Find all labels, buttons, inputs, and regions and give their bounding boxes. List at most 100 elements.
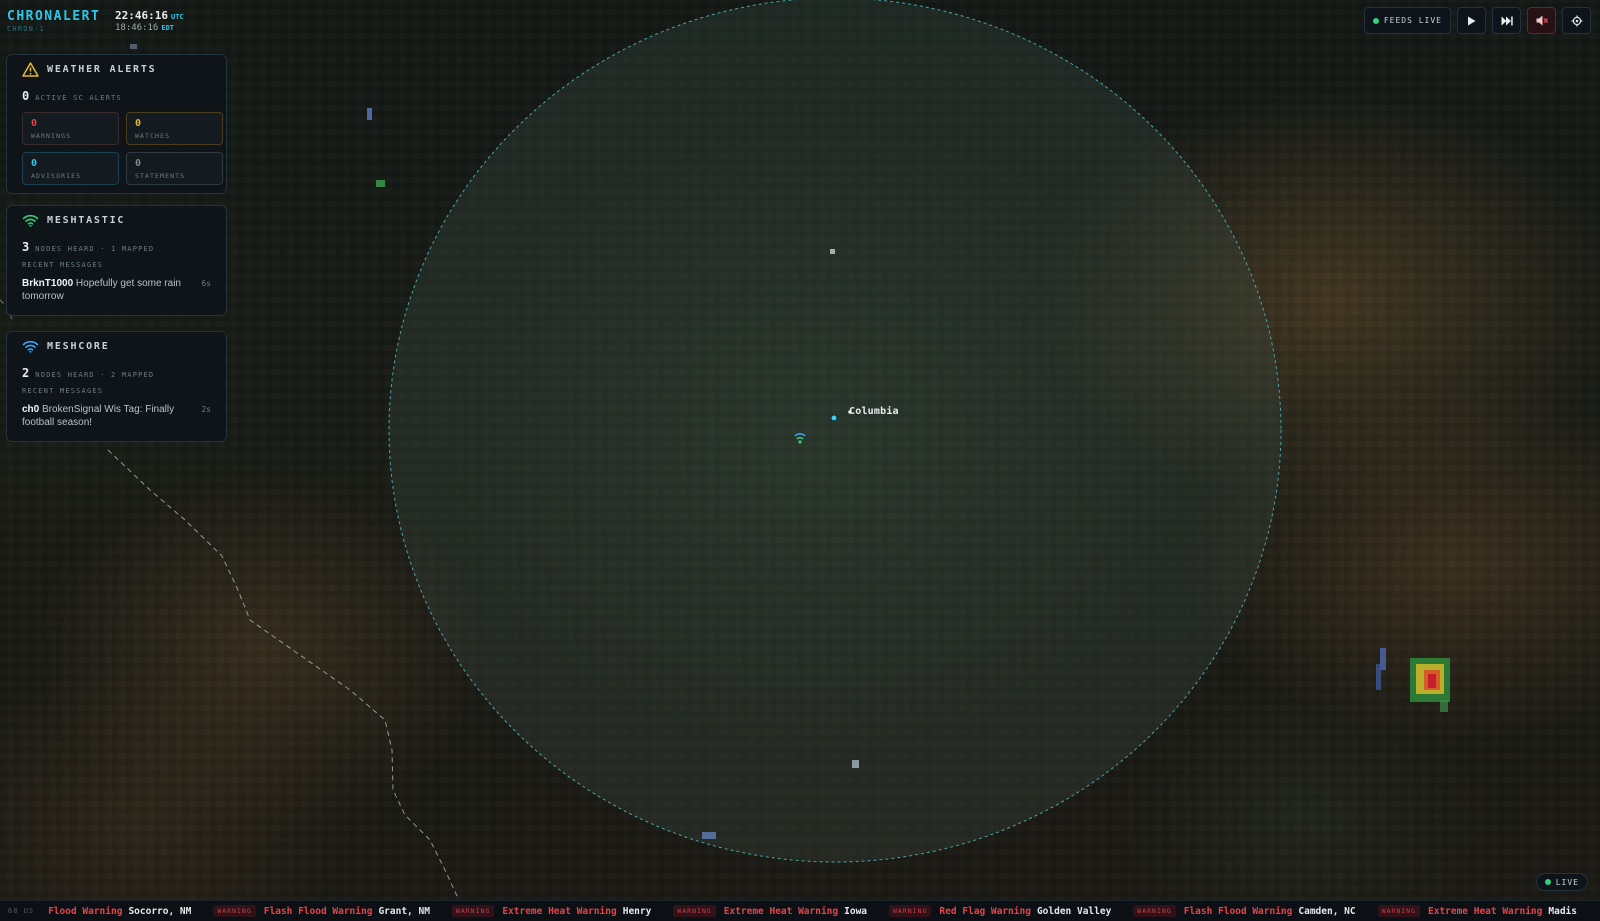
clock-utc-tz: UTC (170, 13, 184, 21)
ticker-badge: WARNING (889, 905, 932, 917)
ticker-place: Henry (622, 905, 652, 917)
ticker-item[interactable]: WARNING Extreme Heat Warning Iowa (673, 905, 867, 917)
message-age: 2s (201, 405, 211, 414)
coverage-radius-circle (388, 0, 1282, 863)
watches-count: 0 (135, 118, 142, 129)
alert-ticker[interactable]: 68 US Flood Warning Socorro, NM WARNING … (0, 900, 1600, 921)
skip-forward-button[interactable] (1492, 7, 1521, 34)
meshtastic-panel: MESHTASTIC 3 NODES HEARD · 1 MAPPED RECE… (6, 205, 227, 316)
radar-echo-small (367, 108, 372, 120)
watches-label: WATCHES (135, 132, 171, 140)
ticker-event: Extreme Heat Warning (723, 905, 839, 917)
ticker-item[interactable]: WARNING Extreme Heat Warning Henry (451, 905, 652, 917)
ticker-badge: WARNING (213, 905, 256, 917)
message-body: ch0 BrokenSignal Wis Tag: Finally footba… (22, 403, 200, 429)
radar-echo-small (376, 180, 385, 187)
ticker-item[interactable]: WARNING Flash Flood Warning Camden, NC (1133, 905, 1356, 917)
message-text: BrokenSignal Wis Tag: Finally football s… (22, 404, 175, 428)
city-label: Columbia (849, 406, 899, 417)
radar-echo-small (702, 832, 716, 839)
watches-stat[interactable]: 0 WATCHES (126, 112, 223, 145)
ticker-place: Golden Valley (1036, 905, 1112, 917)
ticker-item[interactable]: WARNING Extreme Heat Warning Madis (1377, 905, 1577, 917)
message-sender: ch0 (22, 404, 40, 415)
active-alerts-label: ACTIVE SC ALERTS (35, 94, 122, 102)
mute-button[interactable] (1527, 7, 1556, 34)
radar-echo-east (1376, 648, 1450, 712)
radar-echo-small (852, 760, 859, 768)
active-alerts-count: 0 (22, 89, 30, 103)
alert-stats-grid: 0 WARNINGS 0 WATCHES 0 ADVISORIES 0 STAT… (22, 112, 223, 193)
gear-icon (1571, 15, 1582, 26)
ticker-place: Socorro, NM (128, 905, 192, 917)
meshtastic-header[interactable]: MESHTASTIC (22, 206, 211, 234)
meshcore-nodes-count: 2 (22, 366, 30, 380)
meshcore-panel: MESHCORE 2 NODES HEARD · 2 MAPPED RECENT… (6, 331, 227, 442)
meshcore-recent-label: RECENT MESSAGES (22, 387, 104, 395)
clock-utc-row: 22:46:16 UTC (115, 10, 184, 23)
brand: CHRONALERT CHRON-1 (7, 9, 100, 33)
active-alerts-count-row: 0 ACTIVE SC ALERTS (22, 89, 211, 103)
statements-count: 0 (135, 158, 142, 169)
clock-local-row: 18:46:16 EDT (115, 23, 184, 34)
meshcore-header[interactable]: MESHCORE (22, 332, 211, 360)
warning-triangle-icon (22, 61, 39, 77)
meshtastic-recent-label: RECENT MESSAGES (22, 261, 104, 269)
ticker-item[interactable]: Flood Warning Socorro, NM (48, 906, 191, 917)
message-sender: BrknT1000 (22, 278, 74, 289)
meshtastic-nodes-label: NODES HEARD · 1 MAPPED (35, 245, 155, 253)
ticker-item[interactable]: WARNING Red Flag Warning Golden Valley (889, 905, 1111, 917)
ticker-event: Flash Flood Warning (1183, 905, 1293, 917)
play-icon (1468, 16, 1476, 25)
clock-local-time: 18:46:16 (115, 23, 159, 33)
ticker-event: Extreme Heat Warning (502, 905, 617, 917)
statements-stat[interactable]: 0 STATEMENTS (126, 152, 223, 185)
meshcore-node-marker[interactable] (830, 414, 838, 422)
wifi-icon (22, 340, 39, 353)
play-button[interactable] (1457, 7, 1486, 34)
live-label: LIVE (1555, 877, 1579, 887)
ticker-lead: 68 US (8, 907, 35, 915)
meshcore-title: MESHCORE (47, 340, 110, 352)
app-subtitle: CHRON-1 (7, 25, 45, 33)
settings-button[interactable] (1562, 7, 1591, 34)
top-controls: FEEDS LIVE (1363, 7, 1591, 34)
weather-alerts-panel: WEATHER ALERTS 0 ACTIVE SC ALERTS 0 WARN… (6, 54, 227, 194)
message-body: BrknT1000 Hopefully get some rain tomorr… (22, 277, 200, 303)
warnings-stat[interactable]: 0 WARNINGS (22, 112, 119, 145)
live-badge[interactable]: LIVE (1535, 873, 1588, 891)
clock-local-tz: EDT (161, 24, 175, 32)
skip-forward-icon (1501, 16, 1513, 25)
weather-alerts-title: WEATHER ALERTS (47, 63, 157, 75)
meshtastic-nodes-row: 3 NODES HEARD · 1 MAPPED (22, 240, 211, 254)
message-age: 6s (201, 279, 211, 288)
message-item[interactable]: BrknT1000 Hopefully get some rain tomorr… (22, 277, 211, 315)
clock-utc-time: 22:46:16 (115, 9, 168, 22)
speaker-muted-icon (1536, 15, 1548, 26)
meshtastic-nodes-count: 3 (22, 240, 30, 254)
weather-alerts-header[interactable]: WEATHER ALERTS (22, 55, 211, 83)
meshcore-nodes-row: 2 NODES HEARD · 2 MAPPED (22, 366, 211, 380)
warnings-count: 0 (31, 118, 38, 129)
warnings-label: WARNINGS (31, 132, 72, 140)
ticker-event: Extreme Heat Warning (1427, 905, 1543, 917)
message-item[interactable]: ch0 BrokenSignal Wis Tag: Finally footba… (22, 403, 211, 441)
feeds-live-indicator[interactable]: FEEDS LIVE (1363, 7, 1451, 34)
ticker-event: Red Flag Warning (939, 905, 1031, 917)
status-dot-icon (1372, 17, 1379, 24)
feeds-live-label: FEEDS LIVE (1383, 16, 1442, 25)
ticker-place: Grant, NM (378, 905, 430, 917)
ticker-item[interactable]: WARNING Flash Flood Warning Grant, NM (213, 905, 430, 917)
advisories-count: 0 (31, 158, 38, 169)
meshtastic-title: MESHTASTIC (47, 214, 126, 226)
ticker-badge: WARNING (1377, 905, 1420, 917)
ticker-place: Iowa (844, 905, 868, 917)
app-name: CHRONALERT (7, 9, 101, 24)
statements-label: STATEMENTS (135, 172, 186, 180)
ticker-place: Madis (1548, 905, 1577, 917)
map-canvas[interactable]: Columbia (0, 0, 1600, 921)
radar-echo-small (830, 249, 835, 254)
ticker-badge: WARNING (451, 905, 495, 917)
advisories-stat[interactable]: 0 ADVISORIES (22, 152, 119, 185)
radar-echo-small (130, 44, 137, 49)
